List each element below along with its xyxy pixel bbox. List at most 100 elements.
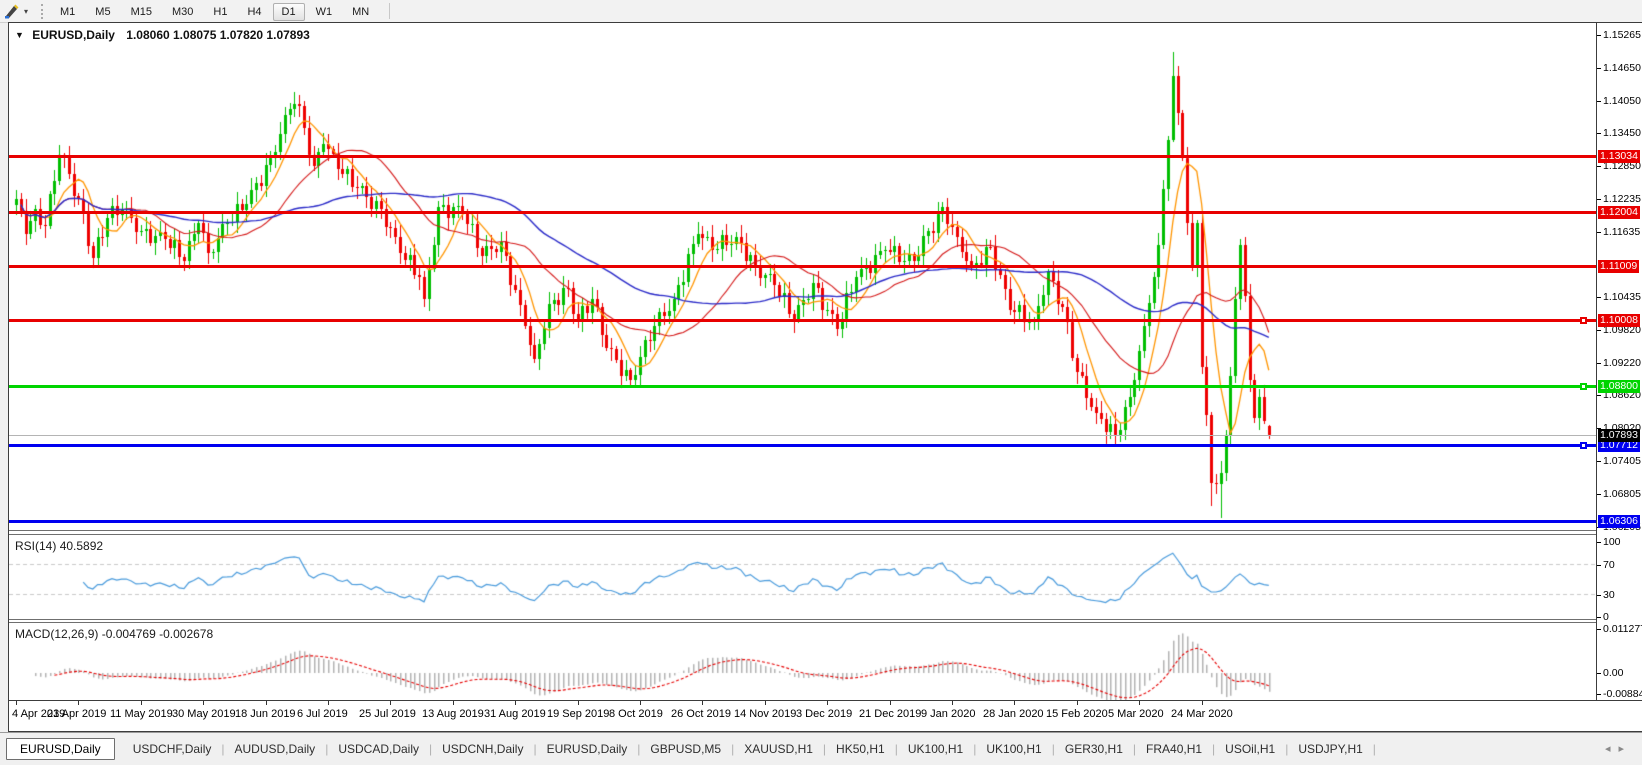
- rsi-axis-label: 30: [1603, 589, 1615, 601]
- rsi-value: 40.5892: [59, 539, 104, 553]
- rsi-canvas[interactable]: [9, 535, 1596, 619]
- date-tick-mark: [952, 701, 953, 705]
- timeframe-button-d1[interactable]: D1: [272, 2, 305, 21]
- horizontal-level-line[interactable]: [9, 155, 1596, 158]
- horizontal-level-line[interactable]: [9, 520, 1596, 523]
- date-tick-mark: [578, 701, 579, 705]
- timeframe-button-mn[interactable]: MN: [343, 3, 378, 21]
- date-tick-mark: [78, 701, 79, 705]
- chart-tab-4[interactable]: USDCNH,Daily: [432, 738, 533, 760]
- price-tick-label: 1.15265: [1603, 29, 1641, 41]
- macd-label: MACD(12,26,9) -0.004769 -0.002678: [15, 627, 214, 641]
- chart-tab-2[interactable]: AUDUSD,Daily: [225, 738, 326, 760]
- chart-tab-7[interactable]: XAUUSD,H1: [734, 738, 823, 760]
- date-tick-mark: [16, 701, 17, 705]
- chart-tab-8[interactable]: HK50,H1: [826, 738, 895, 760]
- tab-scroll-right-icon[interactable]: ▸: [1618, 743, 1632, 755]
- date-tick-label: 24 Mar 2020: [1171, 708, 1233, 720]
- date-tick-label: 8 Oct 2019: [609, 708, 663, 720]
- timeframe-button-m15[interactable]: M15: [122, 3, 161, 21]
- price-tick-mark: [1597, 461, 1601, 462]
- price-tick-label: 1.13450: [1603, 127, 1641, 139]
- date-tick-mark: [203, 701, 204, 705]
- level-line-handle[interactable]: [1580, 442, 1587, 449]
- price-level-label: 1.11009: [1598, 260, 1640, 273]
- chart-tab-3[interactable]: USDCAD,Daily: [328, 738, 429, 760]
- price-level-label: 1.12004: [1598, 206, 1640, 219]
- timeframe-button-w1[interactable]: W1: [307, 3, 342, 21]
- horizontal-level-line[interactable]: [9, 444, 1596, 447]
- macd-canvas[interactable]: [9, 623, 1596, 700]
- rsi-axis-label: 70: [1603, 559, 1615, 571]
- date-tick-label: 28 Jan 2020: [983, 708, 1044, 720]
- date-tick-label: 23 Apr 2019: [47, 708, 107, 720]
- horizontal-level-line[interactable]: [9, 385, 1596, 388]
- toolbar-separator: [389, 3, 391, 19]
- date-axis: 4 Apr 2019 23 Apr 2019 11 May 2019 30 May 2…: [9, 701, 1596, 731]
- chart-tab-10[interactable]: UK100,H1: [976, 738, 1051, 760]
- chart-symbol-label: EURUSD,Daily: [32, 28, 115, 42]
- price-level-label: 1.10008: [1598, 314, 1640, 327]
- cursor-tool-icon[interactable]: [4, 3, 22, 19]
- rsi-tick-mark: [1597, 595, 1601, 596]
- current-price-line: [9, 435, 1596, 436]
- chart-tab-5[interactable]: EURUSD,Daily: [537, 738, 638, 760]
- chart-tab-1[interactable]: USDCHF,Daily: [123, 738, 222, 760]
- price-tick-mark: [1597, 494, 1601, 495]
- panel-separator-main-rsi[interactable]: [9, 530, 1642, 535]
- level-line-handle[interactable]: [1580, 383, 1587, 390]
- toolbar-grip: [41, 3, 44, 19]
- horizontal-level-line[interactable]: [9, 211, 1596, 214]
- tab-scroll-arrows[interactable]: ◂▸: [1605, 742, 1632, 755]
- macd-tick-mark: [1597, 673, 1601, 674]
- chart-dropdown-icon[interactable]: ▼: [15, 30, 24, 40]
- date-tick-label: 11 May 2019: [110, 708, 173, 720]
- main-chart-canvas[interactable]: [9, 23, 1596, 530]
- date-tick-mark: [1202, 701, 1203, 705]
- rsi-axis-label: 0: [1603, 611, 1609, 623]
- chart-tab-14[interactable]: USDJPY,H1: [1288, 738, 1372, 760]
- date-tick-label: 18 Jun 2019: [235, 708, 296, 720]
- date-tick-mark: [266, 701, 267, 705]
- date-tick-label: 6 Jul 2019: [297, 708, 348, 720]
- timeframe-button-h1[interactable]: H1: [204, 3, 236, 21]
- macd-values: -0.004769 -0.002678: [101, 627, 214, 641]
- price-tick-mark: [1597, 395, 1601, 396]
- tool-dropdown-caret[interactable]: ▾: [24, 7, 28, 16]
- tab-scroll-left-icon[interactable]: ◂: [1605, 743, 1619, 755]
- date-tick-mark: [1014, 701, 1015, 705]
- horizontal-level-line[interactable]: [9, 319, 1596, 322]
- chart-tab-13[interactable]: USOil,H1: [1215, 738, 1285, 760]
- horizontal-level-line[interactable]: [9, 265, 1596, 268]
- date-tick-label: 3 Dec 2019: [796, 708, 853, 720]
- price-level-label: 1.13034: [1598, 150, 1640, 163]
- date-tick-label: 21 Dec 2019: [859, 708, 922, 720]
- timeframe-button-m1[interactable]: M1: [51, 3, 84, 21]
- macd-axis-label: -0.008845: [1603, 688, 1642, 700]
- date-tick-label: 19 Sep 2019: [547, 708, 610, 720]
- macd-panel: MACD(12,26,9) -0.004769 -0.002678: [9, 623, 1596, 700]
- price-tick-mark: [1597, 101, 1601, 102]
- date-tick-mark: [453, 701, 454, 705]
- date-tick-label: 30 May 2019: [172, 708, 236, 720]
- chart-tab-12[interactable]: FRA40,H1: [1136, 738, 1212, 760]
- price-tick-mark: [1597, 166, 1601, 167]
- rsi-label: RSI(14) 40.5892: [15, 539, 104, 553]
- level-line-handle[interactable]: [1580, 317, 1587, 324]
- timeframe-button-m30[interactable]: M30: [163, 3, 202, 21]
- panel-separator-rsi-macd[interactable]: [9, 619, 1642, 623]
- rsi-tick-mark: [1597, 617, 1601, 618]
- chart-tab-11[interactable]: GER30,H1: [1055, 738, 1133, 760]
- date-tick-mark: [765, 701, 766, 705]
- timeframe-button-h4[interactable]: H4: [238, 3, 270, 21]
- price-tick-label: 1.14050: [1603, 95, 1641, 107]
- date-tick-label: 14 Nov 2019: [734, 708, 797, 720]
- chart-tab-6[interactable]: GBPUSD,M5: [640, 738, 731, 760]
- price-tick-label: 1.14650: [1603, 62, 1641, 74]
- timeframe-button-m5[interactable]: M5: [86, 3, 119, 21]
- price-tick-label: 1.12235: [1603, 193, 1641, 205]
- chart-tab-9[interactable]: UK100,H1: [898, 738, 973, 760]
- chart-tab-0[interactable]: EURUSD,Daily: [6, 738, 115, 760]
- date-tick-mark: [515, 701, 516, 705]
- price-tick-mark: [1597, 232, 1601, 233]
